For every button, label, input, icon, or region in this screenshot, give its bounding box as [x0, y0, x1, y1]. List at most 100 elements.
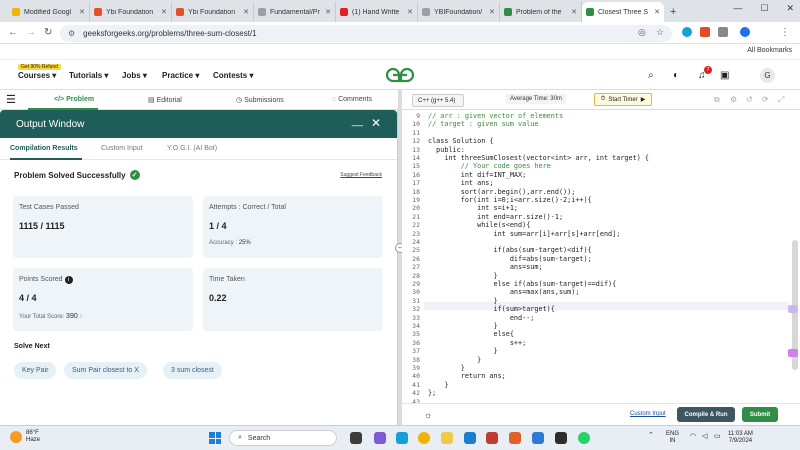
browser-tab[interactable]: Ybi Foundation ✕	[90, 2, 172, 22]
browser-tab[interactable]: Modified Googl ✕	[8, 2, 90, 22]
tab-title: (1) Hand Writte	[352, 8, 400, 16]
app-icon[interactable]	[486, 432, 498, 444]
new-tab-button[interactable]: +	[670, 2, 676, 22]
close-tab-icon[interactable]: ✕	[407, 8, 413, 16]
tab-problem[interactable]: </> Problem	[54, 96, 94, 103]
puzzle-icon[interactable]	[718, 27, 728, 37]
fullscreen-icon[interactable]: ⤢	[778, 95, 784, 105]
browser-tab[interactable]: Closest Three S ✕	[582, 2, 664, 22]
chrome-icon[interactable]	[418, 432, 430, 444]
forward-icon[interactable]: →	[26, 27, 36, 38]
line-number: 24	[412, 238, 420, 246]
edge-icon[interactable]	[396, 432, 408, 444]
line-number: 37	[412, 347, 420, 356]
vscode-icon[interactable]	[532, 432, 544, 444]
file-explorer-icon[interactable]	[441, 432, 453, 444]
reload-icon[interactable]: ↻	[44, 27, 52, 38]
tab-comments[interactable]: ◌ Comments	[332, 96, 372, 103]
task-view-icon[interactable]	[350, 432, 362, 444]
taskbar: 86°F Haze ⌕ Search ⌃ ENG IN ◠ ◁ ▭ 11:03 AM…	[0, 425, 800, 450]
minimize-icon[interactable]: __	[352, 116, 363, 127]
gfg-logo[interactable]	[384, 67, 416, 83]
copy-icon[interactable]: ⧉	[714, 95, 720, 105]
close-tab-icon[interactable]: ✕	[571, 8, 577, 16]
compile-run-button[interactable]: Compile & Run	[677, 407, 735, 422]
menu-jobs[interactable]: Jobs ▾	[122, 71, 147, 80]
suggested-problem-chip[interactable]: 3 sum closest	[163, 362, 222, 379]
close-tab-icon[interactable]: ✕	[325, 8, 331, 16]
code-editor[interactable]: 9 // arr : given vector of elements 10 // t…	[402, 110, 800, 403]
points-card: Points Scored i 4 / 4 Your Total Score: …	[13, 268, 193, 331]
browser-tab[interactable]: YBIFoundation/ ✕	[418, 2, 500, 22]
menu-tutorials[interactable]: Tutorials ▾	[69, 71, 108, 80]
maximize-icon[interactable]: ☐	[760, 3, 768, 14]
wifi-icon[interactable]: ◠	[690, 432, 696, 440]
taskbar-search[interactable]: ⌕ Search	[229, 430, 337, 446]
menu-contests[interactable]: Contests ▾	[213, 71, 253, 80]
eye-off-icon[interactable]: ◎	[638, 27, 646, 38]
volume-icon[interactable]: ◁	[702, 432, 707, 440]
back-icon[interactable]: ←	[8, 27, 18, 38]
tab-title: Problem of the	[516, 8, 562, 16]
whatsapp-icon[interactable]	[578, 432, 590, 444]
minimize-icon[interactable]: —	[733, 3, 742, 14]
url-field[interactable]: ⚙ geeksforgeeks.org/problems/three-sum-c…	[60, 25, 672, 42]
tab-custom-input[interactable]: Custom Input	[101, 145, 143, 152]
store-icon[interactable]	[464, 432, 476, 444]
browser-tab[interactable]: Problem of the ✕	[500, 2, 582, 22]
language-select[interactable]: C++ (g++ 5.4)	[412, 94, 464, 107]
battery-icon[interactable]: ▭	[714, 432, 721, 440]
browser-tab[interactable]: (1) Hand Writte ✕	[336, 2, 418, 22]
avatar[interactable]: G	[760, 68, 775, 83]
close-tab-icon[interactable]: ✕	[79, 8, 85, 16]
all-bookmarks[interactable]: All Bookmarks	[747, 47, 792, 54]
lightbulb-icon[interactable]: ☼	[424, 410, 432, 420]
line-number: 10	[412, 120, 420, 129]
search-icon[interactable]: ⌕	[648, 70, 654, 81]
windows-start-icon[interactable]	[209, 432, 221, 444]
close-tab-icon[interactable]: ✕	[243, 8, 249, 16]
bookmark-star-icon[interactable]: ☆	[656, 27, 664, 38]
refresh-icon[interactable]: ⟳	[762, 95, 769, 104]
app-icon[interactable]	[555, 432, 567, 444]
code-line: ans=max(ans,sum);	[428, 288, 580, 297]
custom-input-link[interactable]: Custom Input	[630, 411, 666, 417]
chevron-up-icon[interactable]: ⌃	[648, 431, 654, 439]
suggested-problem-chip[interactable]: Key Pair	[14, 362, 57, 379]
clock[interactable]: 11:03 AM 7/9/2024	[728, 431, 753, 445]
reset-icon[interactable]: ↺	[746, 95, 753, 104]
start-timer-button[interactable]: ⏱ Start Timer ▶	[594, 93, 652, 106]
side-widget-icon[interactable]	[788, 349, 798, 357]
app-icon[interactable]	[374, 432, 386, 444]
suggest-feedback-link[interactable]: Suggest Feedback	[340, 172, 382, 178]
browser-tab[interactable]: Ybi Foundation ✕	[172, 2, 254, 22]
menu-practice[interactable]: Practice ▾	[162, 71, 199, 80]
code-line: s++;	[428, 338, 527, 347]
tab-submissions[interactable]: ◷ Submissions	[236, 96, 284, 104]
menu-courses[interactable]: Courses ▾	[18, 71, 56, 80]
extension-icon[interactable]	[682, 27, 692, 37]
site-info-icon[interactable]: ⚙	[68, 29, 75, 38]
weather-widget[interactable]: 86°F Haze	[10, 430, 40, 444]
dark-mode-icon[interactable]: ◐	[673, 70, 679, 81]
tab-compilation-results[interactable]: Compilation Results	[10, 145, 78, 152]
close-icon[interactable]: ✕	[371, 116, 381, 130]
translate-icon[interactable]: ▣	[720, 70, 729, 81]
hamburger-icon[interactable]: ☰	[6, 93, 16, 106]
close-window-icon[interactable]: ✕	[786, 3, 794, 14]
tab-editorial[interactable]: ▤ Editorial	[148, 96, 182, 104]
menu-dots-icon[interactable]: ⋮	[780, 27, 790, 38]
suggested-problem-chip[interactable]: Sum Pair closest to X	[64, 362, 147, 379]
settings-icon[interactable]: ⚙	[730, 95, 737, 104]
side-widget-icon[interactable]	[788, 305, 798, 313]
close-tab-icon[interactable]: ✕	[489, 8, 495, 16]
profile-icon[interactable]	[740, 27, 750, 37]
brave-icon[interactable]	[509, 432, 521, 444]
browser-tab[interactable]: Fundamental/Pr ✕	[254, 2, 336, 22]
extension-icon[interactable]	[700, 27, 710, 37]
language-indicator[interactable]: ENG IN	[666, 431, 679, 445]
close-tab-icon[interactable]: ✕	[161, 8, 167, 16]
tab-yogi-ai-bot[interactable]: Y.O.G.I. (AI Bot)	[167, 145, 217, 152]
close-tab-icon[interactable]: ✕	[654, 8, 660, 16]
submit-button[interactable]: Submit	[742, 407, 778, 422]
